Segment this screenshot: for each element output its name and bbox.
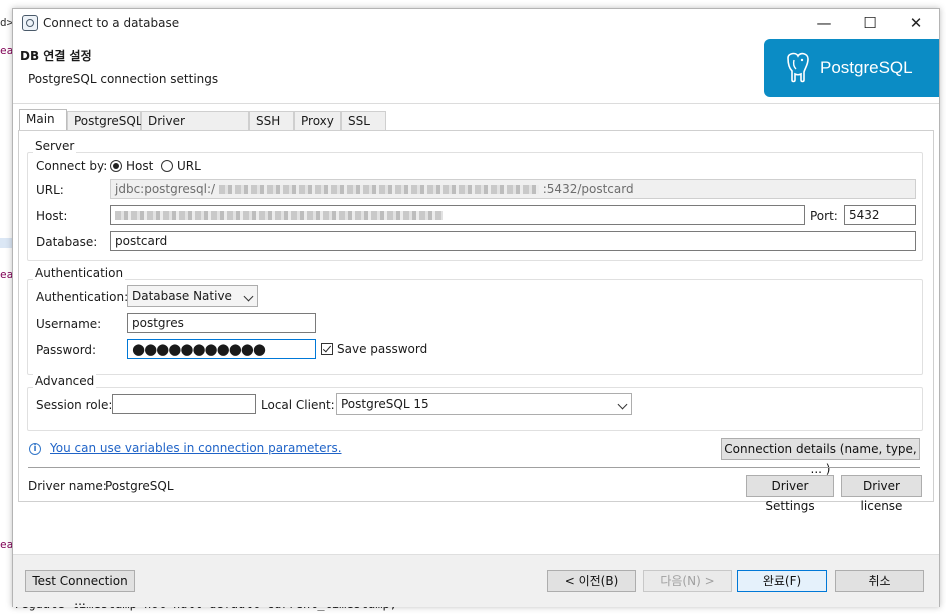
session-role-label: Session role:: [36, 398, 113, 412]
driver-name-label: Driver name:: [28, 479, 107, 493]
url-label: URL:: [36, 183, 64, 197]
finish-button[interactable]: 완료(F): [737, 570, 827, 592]
page-title: DB 연결 설정: [20, 49, 92, 63]
local-client-select[interactable]: PostgreSQL 15: [336, 393, 632, 415]
info-icon: i: [29, 443, 41, 455]
authentication-select-value: Database Native: [132, 289, 232, 303]
driver-settings-button[interactable]: Driver Settings: [746, 475, 834, 513]
tab-ssl[interactable]: SSL: [341, 111, 386, 130]
authentication-label: Authentication:: [36, 290, 129, 304]
database-field[interactable]: postcard: [110, 231, 916, 251]
driver-name-value: PostgreSQL: [105, 479, 174, 493]
connection-details-button[interactable]: Connection details (name, type, ... ): [721, 438, 920, 476]
url-field[interactable]: jdbc:postgresql:/ :5432/postcard: [110, 179, 916, 199]
advanced-group-label: Advanced: [33, 374, 97, 388]
url-radio[interactable]: [161, 160, 173, 172]
chevron-down-icon: [243, 291, 254, 302]
connect-by-label: Connect by:: [36, 159, 108, 173]
postgresql-logo: PostgreSQL: [764, 39, 939, 97]
dbeaver-app-icon: [22, 15, 38, 31]
tab-ssh[interactable]: SSH: [249, 111, 294, 130]
redacted-host-blur: [115, 211, 443, 220]
cancel-button[interactable]: 취소: [835, 570, 924, 592]
server-group-label: Server: [33, 139, 77, 153]
redacted-host-blur: [218, 185, 539, 194]
window-title: Connect to a database: [43, 16, 180, 30]
port-field[interactable]: 5432: [844, 205, 916, 225]
local-client-label: Local Client:: [261, 398, 335, 412]
back-button[interactable]: < 이전(B): [547, 570, 636, 592]
test-connection-button[interactable]: Test Connection ...: [25, 570, 135, 608]
next-button[interactable]: 다음(N) >: [643, 570, 732, 592]
logo-text: PostgreSQL: [820, 58, 913, 77]
page-subtitle: PostgreSQL connection settings: [28, 72, 219, 86]
chevron-down-icon: [617, 399, 628, 410]
url-radio-label[interactable]: URL: [177, 159, 201, 173]
tab-driver-properties[interactable]: Driver properties: [141, 111, 249, 147]
maximize-button[interactable]: ☐: [847, 9, 893, 37]
host-radio[interactable]: [110, 160, 122, 172]
authentication-group-label: Authentication: [33, 266, 126, 280]
host-field[interactable]: [110, 205, 805, 225]
driver-license-button[interactable]: Driver license: [841, 475, 922, 513]
username-field[interactable]: postgres: [127, 313, 316, 333]
tab-main[interactable]: Main: [19, 109, 67, 132]
minimize-button[interactable]: —: [801, 9, 847, 37]
close-button[interactable]: ✕: [893, 9, 939, 37]
username-label: Username:: [36, 317, 102, 331]
authentication-select[interactable]: Database Native: [127, 285, 258, 307]
password-label: Password:: [36, 343, 97, 357]
main-tab-panel: Server Connect by: Host URL URL: jdbc:po…: [18, 130, 934, 513]
connect-dialog: Connect to a database — ☐ ✕ DB 연결 설정 Pos…: [12, 8, 940, 608]
title-bar: Connect to a database — ☐ ✕: [13, 9, 939, 37]
tab-proxy[interactable]: Proxy: [294, 111, 341, 130]
divider: [28, 467, 920, 468]
url-suffix: :5432/postcard: [542, 182, 634, 196]
url-prefix: jdbc:postgresql:/: [115, 182, 216, 196]
local-client-select-value: PostgreSQL 15: [341, 397, 429, 411]
save-password-checkbox[interactable]: [321, 343, 333, 355]
database-label: Database:: [36, 235, 98, 249]
save-password-label[interactable]: Save password: [337, 342, 427, 356]
dialog-footer: Test Connection ... < 이전(B) 다음(N) > 완료(F…: [13, 554, 939, 608]
dialog-header: DB 연결 설정 PostgreSQL connection settings …: [13, 37, 939, 104]
tab-postgresql[interactable]: PostgreSQL: [67, 111, 143, 130]
variables-help-link[interactable]: You can use variables in connection para…: [50, 441, 342, 455]
session-role-field[interactable]: [112, 394, 256, 414]
host-label: Host:: [36, 209, 68, 223]
port-label: Port:: [810, 209, 838, 223]
host-radio-label[interactable]: Host: [126, 159, 153, 173]
password-field[interactable]: ●●●●●●●●●●●: [127, 339, 316, 359]
elephant-icon: [787, 52, 809, 83]
